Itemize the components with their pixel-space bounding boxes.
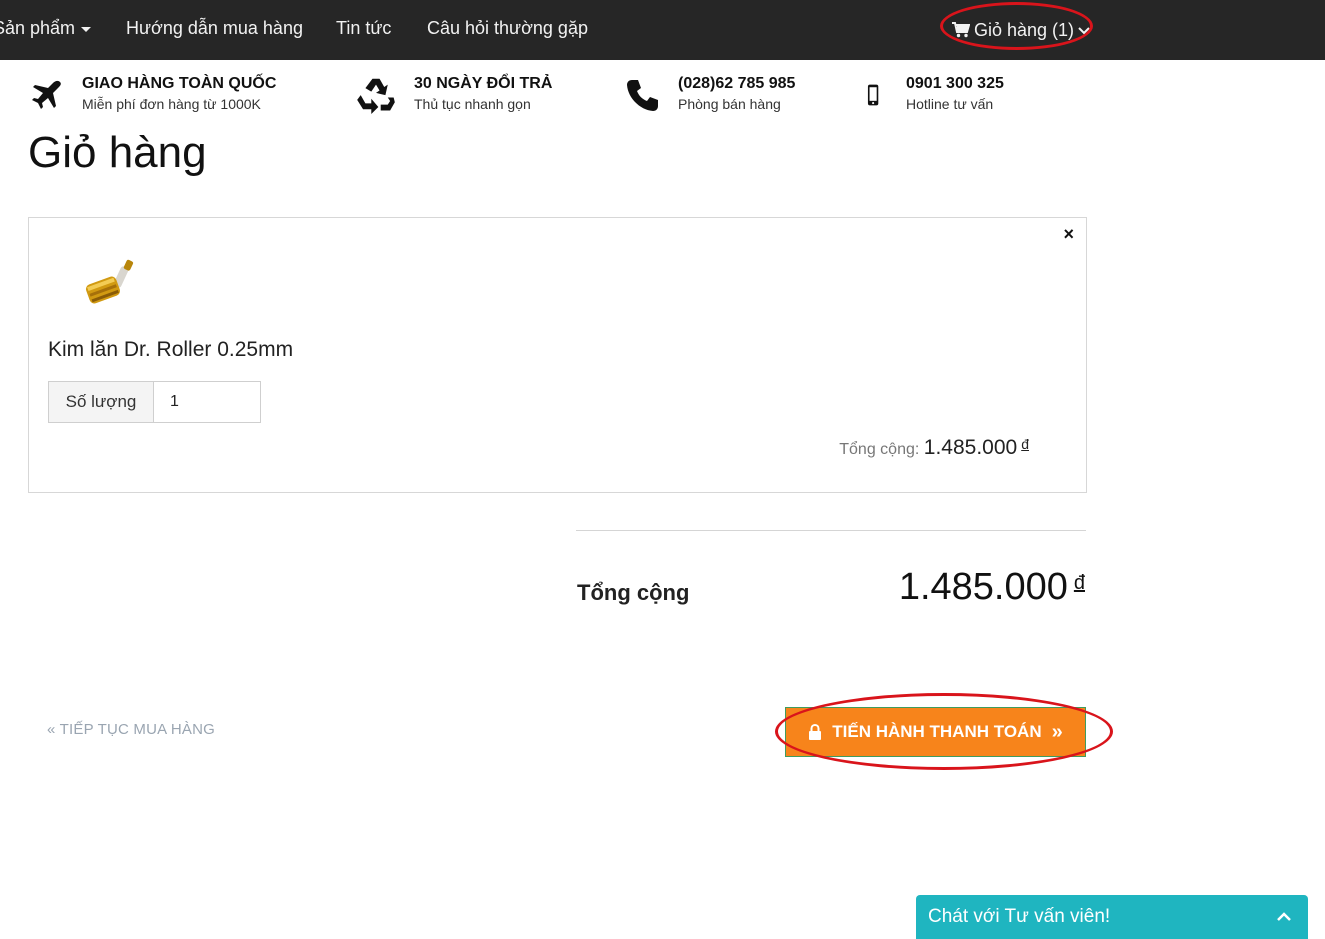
feature-subtitle: Thủ tục nhanh gọn — [414, 96, 531, 112]
continue-shopping-link[interactable]: « TIẾP TỤC MUA HÀNG — [47, 721, 215, 738]
summary-total-value: 1.485.000 đ — [899, 566, 1085, 609]
chat-widget[interactable]: Chát với Tư vấn viên! — [914, 893, 1310, 939]
nav-item-label: Hướng dẫn mua hàng — [126, 18, 303, 38]
currency-symbol: đ — [1073, 572, 1085, 594]
line-total-value: 1.485.000 — [923, 436, 1018, 459]
cart-icon — [952, 22, 970, 38]
chevron-up-icon — [1277, 912, 1291, 921]
feature-sales-phone: (028)62 785 985 Phòng bán hàng — [626, 74, 795, 114]
cart-nav-link[interactable]: Giỏ hàng (1) — [952, 0, 1090, 60]
feature-returns: 30 NGÀY ĐỔI TRẢ Thủ tục nhanh gọn — [356, 74, 552, 114]
chat-label: Chát với Tư vấn viên! — [928, 906, 1111, 927]
phone-icon — [627, 80, 658, 111]
nav-item-label: Tin tức — [336, 18, 392, 38]
recycle-icon — [357, 78, 395, 114]
top-navbar: Sản phẩm Hướng dẫn mua hàng Tin tức Câu … — [0, 0, 1325, 60]
product-name[interactable]: Kim lăn Dr. Roller 0.25mm — [48, 338, 293, 362]
double-chevron-right-icon: » — [1051, 720, 1063, 743]
nav-item-products[interactable]: Sản phẩm — [0, 0, 92, 60]
feature-subtitle: Hotline tư vấn — [906, 96, 994, 112]
feature-title: GIAO HÀNG TOÀN QUỐC — [82, 75, 277, 92]
checkout-label: TIẾN HÀNH THANH TOÁN — [832, 722, 1042, 741]
quantity-group: Số lượng — [48, 381, 261, 423]
airplane-icon — [32, 80, 61, 109]
quantity-label: Số lượng — [49, 382, 154, 422]
feature-title: 30 NGÀY ĐỔI TRẢ — [414, 75, 553, 92]
feature-subtitle: Miễn phí đơn hàng từ 1000K — [82, 96, 261, 112]
currency-symbol: đ — [1021, 436, 1029, 452]
summary-total-amount: 1.485.000 — [898, 566, 1068, 608]
quantity-input[interactable] — [154, 382, 260, 422]
feature-title: 0901 300 325 — [906, 75, 1004, 92]
cart-item-card: × Kim lăn Dr. Roller 0.25mm Số lượng Tổn… — [28, 217, 1087, 493]
feature-shipping: GIAO HÀNG TOÀN QUỐC Miễn phí đơn hàng từ… — [30, 74, 276, 114]
remove-item-button[interactable]: × — [1063, 224, 1074, 245]
chevron-down-icon — [1078, 27, 1090, 35]
lock-icon — [809, 724, 822, 740]
nav-item-buying-guide[interactable]: Hướng dẫn mua hàng — [126, 0, 303, 60]
feature-hotline: 0901 300 325 Hotline tư vấn — [866, 74, 1004, 114]
line-total-label: Tổng cộng: — [839, 441, 920, 458]
summary-divider — [576, 530, 1086, 531]
feature-subtitle: Phòng bán hàng — [678, 96, 781, 112]
product-image — [85, 259, 134, 304]
summary-total-label: Tổng cộng — [577, 580, 690, 605]
nav-item-label: Câu hỏi thường gặp — [427, 18, 588, 38]
line-total: Tổng cộng: 1.485.000 đ — [839, 436, 1029, 460]
nav-item-news[interactable]: Tin tức — [336, 0, 391, 60]
checkout-button[interactable]: TIẾN HÀNH THANH TOÁN » — [785, 707, 1086, 757]
caret-down-icon — [81, 26, 92, 32]
mobile-icon — [867, 84, 879, 106]
feature-title: (028)62 785 985 — [678, 75, 796, 92]
nav-item-faq[interactable]: Câu hỏi thường gặp — [427, 0, 588, 60]
page-title: Giỏ hàng — [28, 128, 207, 177]
nav-item-label: Sản phẩm — [0, 18, 76, 38]
cart-nav-label: Giỏ hàng (1) — [974, 20, 1075, 40]
